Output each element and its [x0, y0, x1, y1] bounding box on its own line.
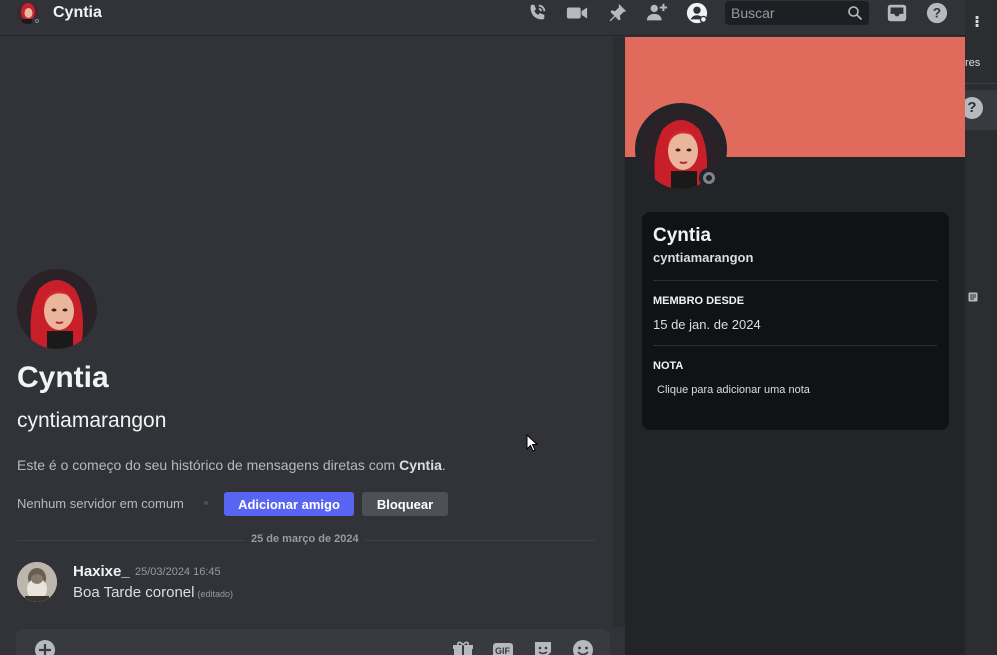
svg-text:?: ?: [933, 6, 941, 21]
help-icon[interactable]: ?: [925, 2, 949, 24]
profile-status-indicator: [699, 168, 719, 188]
status-indicator: [32, 16, 42, 26]
add-friend-button[interactable]: Adicionar amigo: [224, 492, 354, 516]
inbox-icon[interactable]: [885, 2, 909, 24]
search-icon: [848, 6, 863, 21]
intro-text-suffix: .: [441, 457, 446, 473]
add-attachment-icon[interactable]: [34, 639, 56, 655]
profile-divider: [653, 345, 937, 346]
note-input[interactable]: Clique para adicionar uma nota: [657, 384, 810, 396]
block-button[interactable]: Bloquear: [362, 492, 448, 516]
search-box[interactable]: [725, 1, 869, 25]
top-bar: Cyntia ?: [0, 0, 965, 36]
message-avatar[interactable]: [17, 562, 57, 602]
profile-divider: [653, 280, 937, 281]
message-composer[interactable]: GIF: [16, 629, 610, 655]
intro-text-prefix: Este é o começo do seu histórico de mens…: [17, 457, 400, 473]
sticker-icon[interactable]: [532, 639, 554, 655]
gift-icon[interactable]: [452, 639, 474, 655]
strip-label: res: [965, 57, 981, 69]
mutual-servers-text[interactable]: Nenhum servidor em comum: [17, 496, 184, 511]
message-body: Boa Tarde coronel: [73, 584, 195, 601]
background-window-strip: · · · res ?: [961, 0, 997, 655]
edited-label: (editado): [197, 589, 234, 599]
phone-call-icon[interactable]: [525, 2, 549, 24]
profile-display-name: Cyntia: [653, 225, 712, 246]
profile-card: Cyntia cyntiamarangon MEMBRO DESDE 15 de…: [642, 212, 949, 430]
intro-username: cyntiamarangon: [17, 409, 167, 432]
message-timestamp: 25/03/2024 16:45: [135, 566, 221, 578]
channel-title: Cyntia: [53, 4, 102, 21]
note-heading: NOTA: [653, 360, 684, 372]
gif-icon[interactable]: GIF: [492, 639, 514, 655]
pin-icon[interactable]: [605, 2, 629, 24]
video-icon[interactable]: [565, 2, 589, 24]
more-options-icon[interactable]: · · ·: [974, 10, 980, 34]
user-profile-panel: Cyntia cyntiamarangon MEMBRO DESDE 15 de…: [625, 37, 965, 655]
emoji-icon[interactable]: [572, 639, 594, 655]
strip-divider: [965, 83, 997, 84]
profile-username: cyntiamarangon: [653, 250, 754, 265]
add-member-icon[interactable]: [645, 2, 669, 24]
separator-dot: [204, 501, 208, 505]
search-input[interactable]: [731, 4, 841, 22]
date-divider: 25 de março de 2024: [245, 533, 365, 545]
notes-icon: [968, 292, 978, 302]
gif-label: GIF: [495, 646, 510, 655]
chat-scrollbar[interactable]: [613, 37, 625, 627]
intro-display-name: Cyntia: [17, 361, 109, 394]
intro-text-name: Cyntia: [399, 457, 442, 473]
mouse-cursor-icon: [526, 434, 538, 452]
message-author[interactable]: Haxixe_: [73, 563, 130, 580]
member-since-date: 15 de jan. de 2024: [653, 317, 761, 332]
intro-avatar[interactable]: [17, 269, 97, 349]
profile-icon[interactable]: [685, 2, 709, 24]
intro-text: Este é o começo do seu histórico de mens…: [17, 457, 446, 473]
message-text: Boa Tarde coronel (editado): [73, 584, 233, 601]
member-since-heading: MEMBRO DESDE: [653, 295, 745, 307]
